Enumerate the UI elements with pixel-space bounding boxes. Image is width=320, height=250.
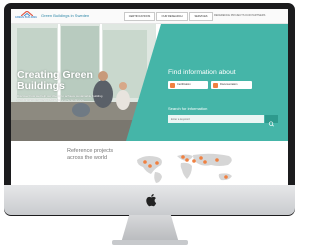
certification-label: Certification xyxy=(177,83,191,86)
site-header: GREEN BUILDING Green Buildings in Sweden… xyxy=(11,9,288,24)
apple-logo-icon xyxy=(146,194,157,207)
certification-icon xyxy=(170,82,175,88)
nav-our-research[interactable]: OUR RESEARCH xyxy=(156,12,188,21)
reference-projects-title: Reference projects across the world xyxy=(67,148,114,161)
search-label: Search for information xyxy=(168,106,208,111)
search-input[interactable] xyxy=(168,115,264,123)
world-map xyxy=(137,153,232,183)
logo-text: GREEN BUILDING xyxy=(15,16,38,19)
search-icon xyxy=(268,121,274,127)
search-button[interactable] xyxy=(265,115,278,127)
site-title[interactable]: Green Buildings in Sweden xyxy=(41,13,89,18)
site-logo[interactable]: GREEN BUILDING xyxy=(15,11,39,21)
hero-subtext: Discover how we help our clients to achi… xyxy=(17,94,103,102)
hero-section: Creating Green Buildings Discover how we… xyxy=(11,24,288,141)
documentation-label: Documentation xyxy=(220,83,238,86)
nav-services[interactable]: SERVICES xyxy=(189,12,213,21)
documentation-button[interactable]: Documentation xyxy=(211,81,252,89)
imac-foot xyxy=(112,240,188,245)
imac-stand xyxy=(121,215,179,243)
nav-reference-projects[interactable]: REFERENCE PROJECTS xyxy=(214,12,245,20)
certification-button[interactable]: Certification xyxy=(168,81,208,89)
reference-projects-section: Reference projects across the world xyxy=(11,142,288,185)
nav-certifications[interactable]: CERTIFICATIONS xyxy=(124,12,155,21)
find-info-title: Find information about xyxy=(168,69,236,76)
nav-our-partners[interactable]: OUR PARTNERS xyxy=(245,12,265,20)
documentation-icon xyxy=(213,82,218,88)
hero-heading: Creating Green Buildings xyxy=(17,69,93,92)
screen: GREEN BUILDING Green Buildings in Sweden… xyxy=(11,9,288,185)
